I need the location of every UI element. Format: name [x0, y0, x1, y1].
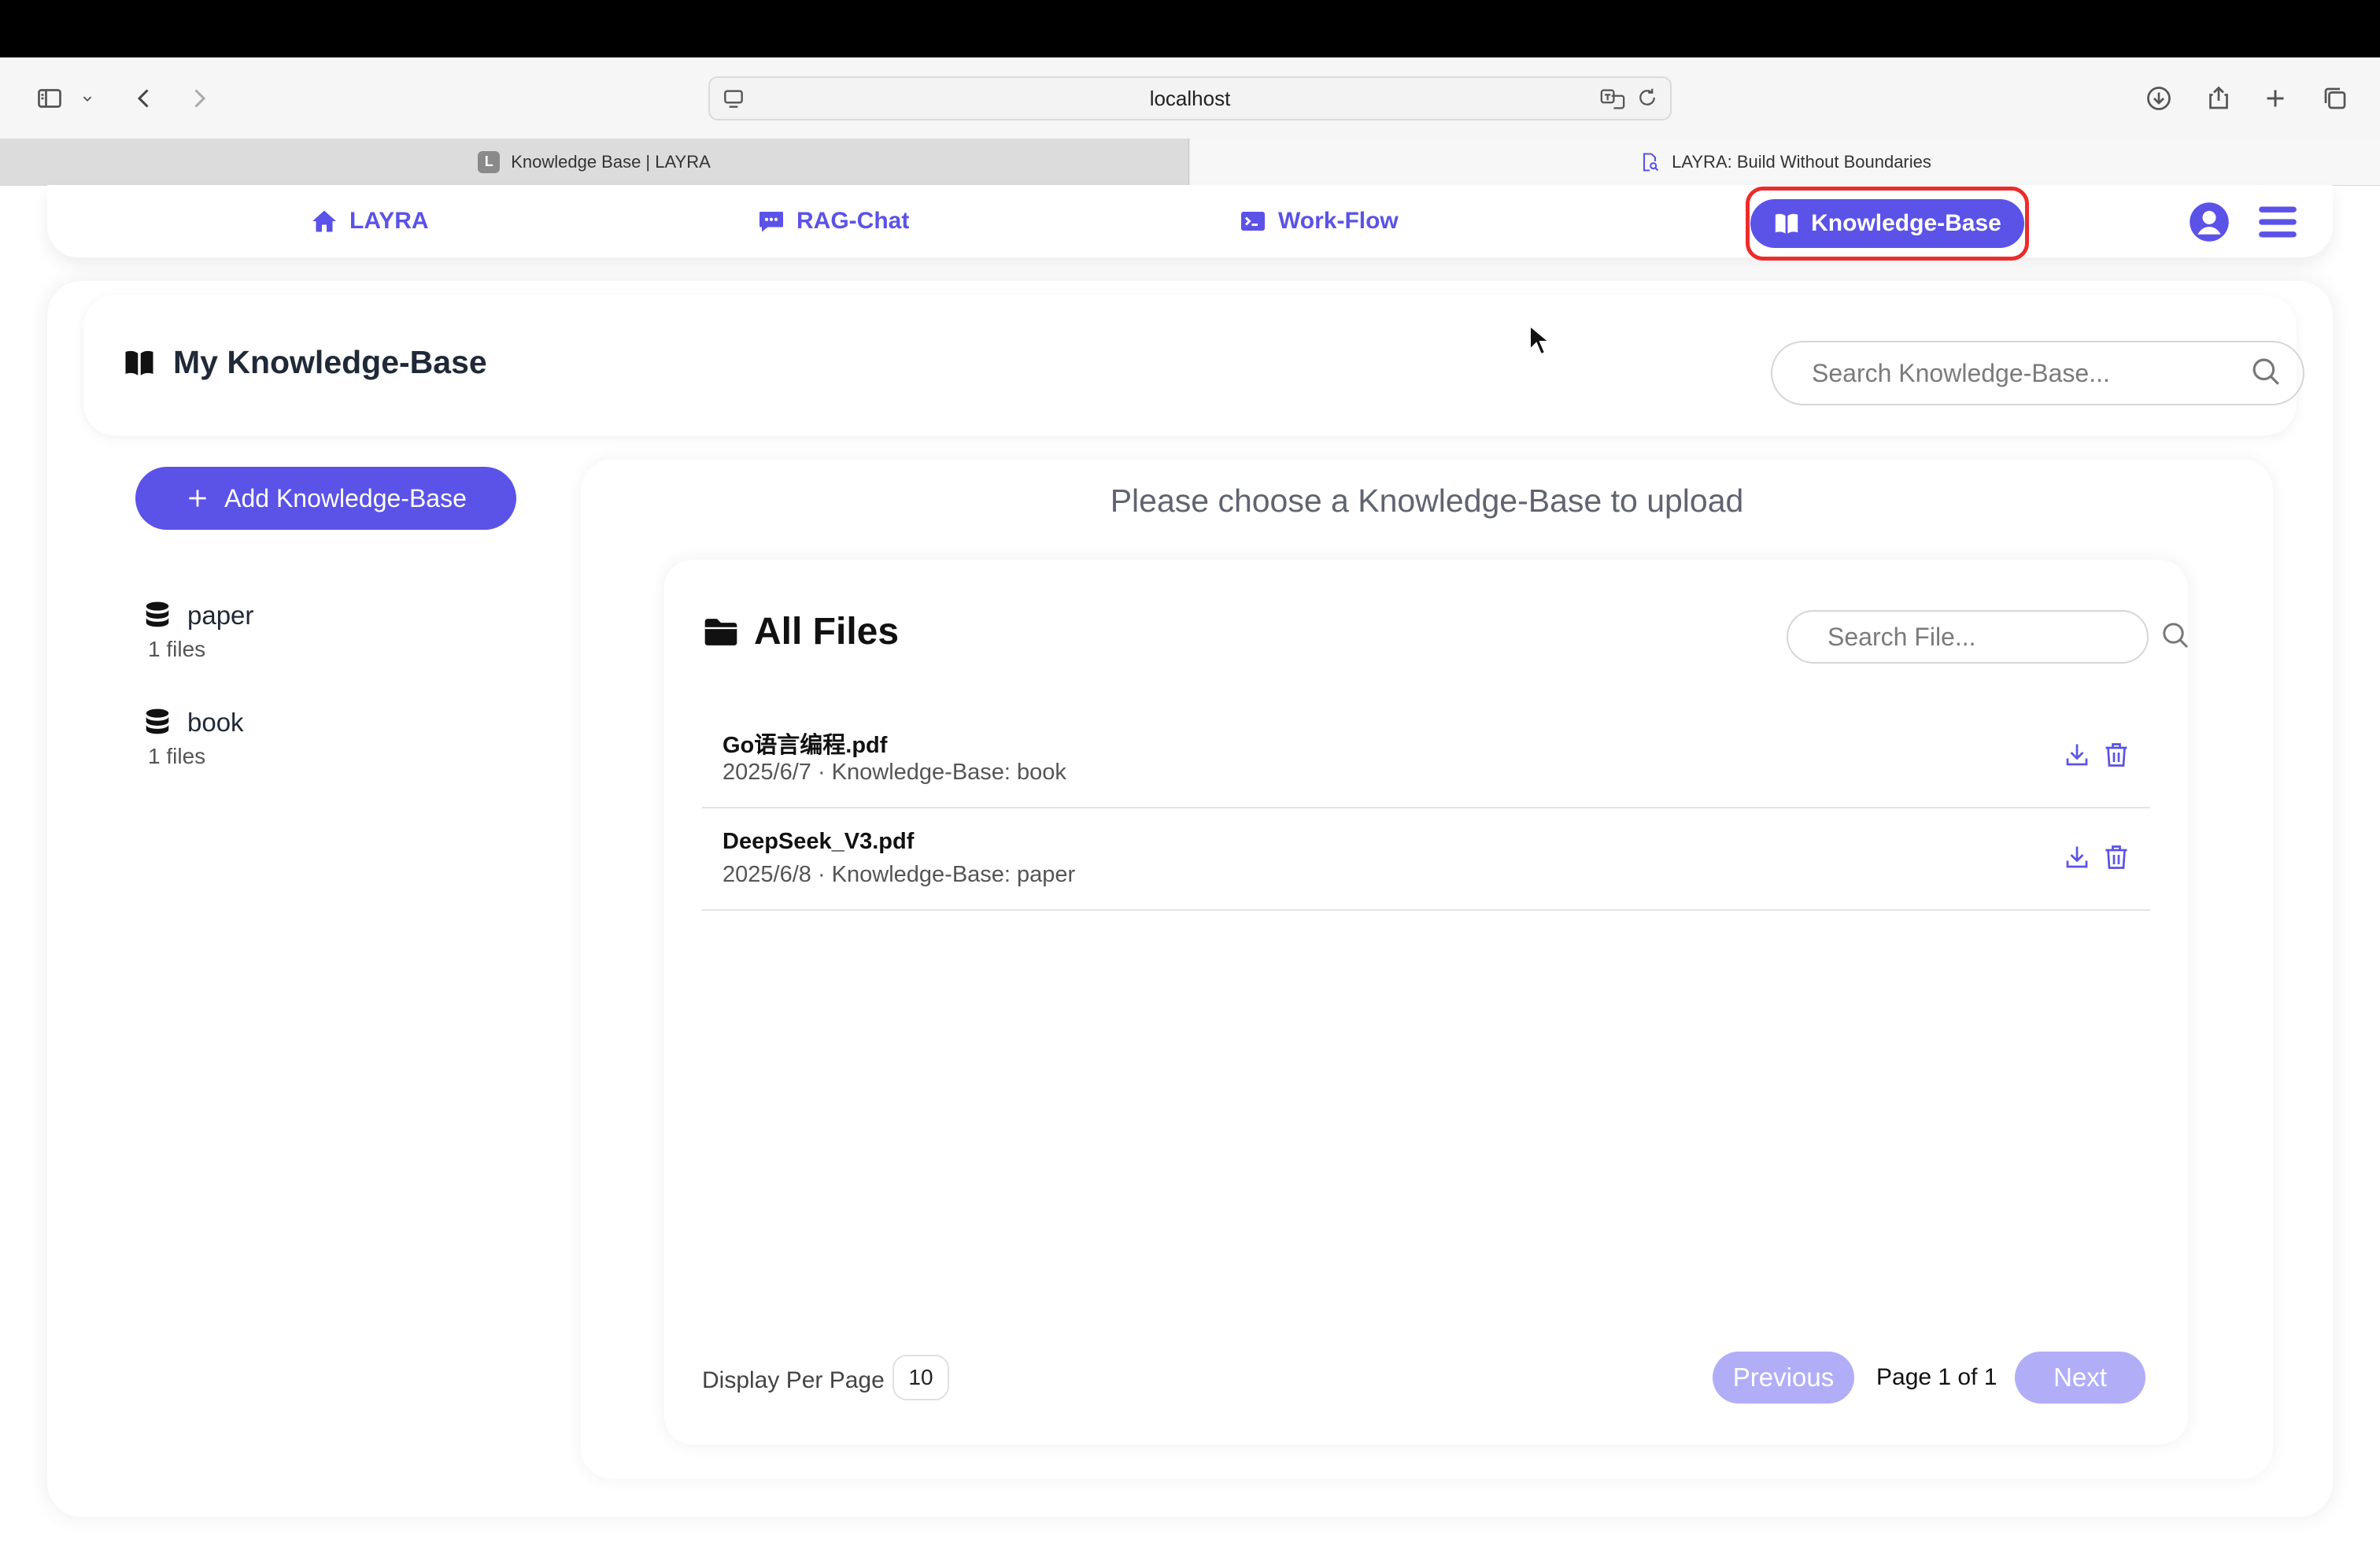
download-icon[interactable] [2139, 79, 2179, 118]
home-icon [312, 210, 336, 232]
main-container: My Knowledge-Base Add Knowledge-Base pap… [47, 281, 2333, 1517]
file-search-input[interactable] [1826, 621, 2160, 653]
nav-rag-chat[interactable]: RAG-Chat [757, 185, 909, 257]
favicon-icon: L [478, 150, 501, 173]
document-search-icon [1639, 151, 1661, 173]
menu-icon[interactable] [2257, 204, 2298, 240]
book-icon [125, 350, 153, 375]
tab-layra[interactable]: LAYRA: Build Without Boundaries [1190, 139, 2380, 185]
forward-icon[interactable] [179, 79, 219, 118]
user-avatar-icon[interactable] [2188, 201, 2230, 243]
file-meta: 2025/6/7 · Knowledge-Base: book [722, 760, 1066, 785]
share-icon[interactable] [2199, 79, 2238, 118]
trash-icon[interactable] [2101, 841, 2131, 873]
terminal-icon [1241, 212, 1265, 231]
search-icon[interactable] [2160, 620, 2191, 655]
search-icon[interactable] [2249, 355, 2282, 392]
chat-icon [759, 212, 783, 232]
mouse-cursor-icon [1529, 324, 1549, 356]
highlight-annotation [1746, 187, 2029, 261]
upload-prompt: Please choose a Knowledge-Base to upload [1110, 483, 1744, 519]
upload-panel: Please choose a Knowledge-Base to upload… [581, 459, 2273, 1479]
add-knowledge-base-button[interactable]: Add Knowledge-Base [135, 467, 516, 530]
per-page-select[interactable]: 10 [893, 1355, 949, 1400]
address-bar[interactable]: localhost [708, 76, 1672, 120]
knowledge-base-count: 1 files [148, 637, 206, 661]
knowledge-base-count: 1 files [148, 744, 206, 768]
knowledge-base-search-input[interactable] [1810, 357, 2249, 389]
file-search[interactable] [1787, 610, 2189, 664]
browser-toolbar: localhost [0, 57, 2380, 139]
app-navbar: LAYRA RAG-Chat Work-Flow Knowledge-Base [47, 185, 2333, 261]
tab-knowledge-base[interactable]: L Knowledge Base | LAYRA [0, 139, 1189, 185]
files-card: All Files Go语言编程.pdf 2025/6/7 · Knowledg… [664, 560, 2189, 1444]
file-row[interactable]: Go语言编程.pdf 2025/6/7 · Knowledge-Base: bo… [702, 705, 2150, 808]
back-icon[interactable] [124, 79, 164, 118]
download-icon[interactable] [2062, 841, 2092, 873]
next-button[interactable]: Next [2015, 1352, 2145, 1404]
new-tab-icon[interactable] [2256, 79, 2295, 118]
previous-button[interactable]: Previous [1713, 1352, 1854, 1404]
trash-icon[interactable] [2101, 739, 2131, 771]
reload-icon[interactable] [1635, 86, 1659, 115]
knowledge-base-name: paper [187, 601, 254, 630]
knowledge-base-item-paper[interactable]: paper 1 files [145, 601, 253, 662]
chevron-down-icon[interactable] [76, 79, 99, 118]
file-meta: 2025/6/8 · Knowledge-Base: paper [722, 862, 1076, 887]
page-title: My Knowledge-Base [123, 344, 487, 381]
nav-layra[interactable]: LAYRA [310, 185, 429, 257]
knowledge-base-item-book[interactable]: book 1 files [145, 708, 244, 769]
page-indicator: Page 1 of 1 [1876, 1364, 1998, 1390]
header-card: My Knowledge-Base [83, 295, 2304, 435]
tab-label: LAYRA: Build Without Boundaries [1672, 151, 1931, 172]
translate-icon[interactable] [1599, 86, 1626, 118]
file-name: DeepSeek_V3.pdf [722, 829, 915, 854]
download-icon[interactable] [2062, 739, 2092, 771]
sidebar-toggle-icon[interactable] [30, 79, 69, 118]
nav-work-flow[interactable]: Work-Flow [1239, 185, 1399, 257]
knowledge-base-name: book [187, 708, 244, 737]
folder-icon [704, 618, 737, 645]
file-name: Go语言编程.pdf [722, 733, 888, 758]
files-title: All Files [704, 610, 899, 653]
per-page-label: Display Per Page [702, 1367, 885, 1393]
file-row[interactable]: DeepSeek_V3.pdf 2025/6/8 · Knowledge-Bas… [702, 807, 2150, 911]
page-menu-icon[interactable] [721, 86, 746, 117]
plus-icon [189, 490, 206, 507]
url-text[interactable]: localhost [1150, 87, 1231, 111]
system-menu-bar [0, 0, 2380, 57]
tab-overview-icon[interactable] [2315, 79, 2355, 118]
tab-strip: L Knowledge Base | LAYRA LAYRA: Build Wi… [0, 139, 2380, 186]
tab-label: Knowledge Base | LAYRA [511, 151, 711, 172]
knowledge-base-search[interactable] [1771, 341, 2304, 405]
database-icon [146, 708, 169, 734]
database-icon [146, 601, 169, 627]
